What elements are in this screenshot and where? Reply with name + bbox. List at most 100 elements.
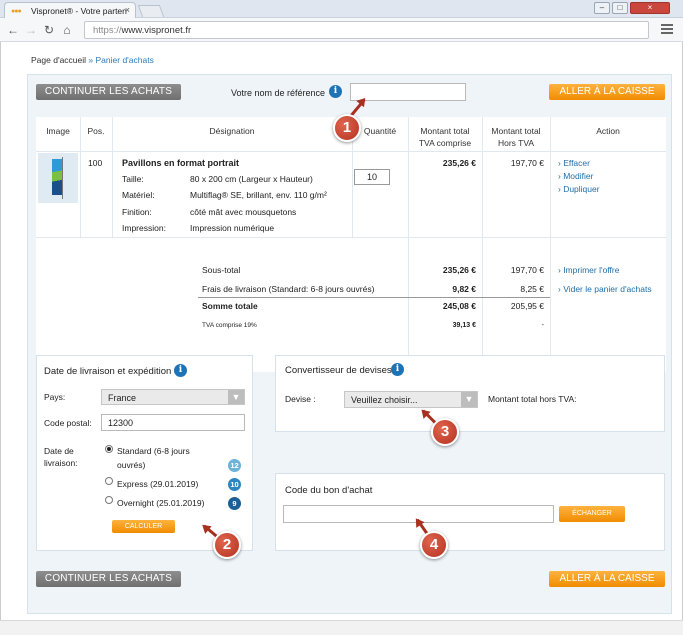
tab-title: Vispronet® - Votre parten xyxy=(31,6,127,16)
browser-titlebar: ●●● Vispronet® - Votre parten × – □ × xyxy=(0,0,683,18)
info-icon[interactable]: i xyxy=(174,364,187,377)
grand-total-ht: 205,95 € xyxy=(510,301,544,311)
shipping-label: Frais de livraison (Standard: 6-8 jours … xyxy=(202,284,375,294)
reload-icon[interactable]: ↻ xyxy=(42,23,56,37)
breadcrumb-home[interactable]: Page d'accueil xyxy=(31,55,86,65)
item-total-ht: 197,70 € xyxy=(510,158,544,168)
option-standard-label: Standard (6-8 jours xyxy=(117,446,190,456)
currency-title: Convertisseur de devises xyxy=(285,365,392,376)
vat-ht: - xyxy=(541,322,544,329)
url-text: https://www.vispronet.fr xyxy=(93,25,191,36)
radio-express[interactable] xyxy=(105,477,113,485)
callout-badge: 2 xyxy=(213,531,241,559)
header-action: Action xyxy=(596,126,620,136)
subtotal-ttc: 235,26 € xyxy=(442,265,476,275)
spec-value: 80 x 200 cm (Largeur x Hauteur) xyxy=(190,174,313,184)
item-total-ttc: 235,26 € xyxy=(442,158,476,168)
grand-total-label: Somme totale xyxy=(202,301,258,311)
breadcrumb-separator: » xyxy=(88,55,94,65)
spec-value: Multiflag® SE, brillant, env. 110 g/m² xyxy=(190,190,327,200)
delete-link[interactable]: › Effacer xyxy=(558,158,590,168)
option-express-label: Express (29.01.2019) xyxy=(117,479,199,489)
country-label: Pays: xyxy=(44,392,66,402)
total-divider xyxy=(198,297,550,298)
shopping-cart: CONTINUER LES ACHATS Votre nom de référe… xyxy=(27,74,672,614)
voucher-title: Code du bon d'achat xyxy=(285,485,373,496)
item-pos: 100 xyxy=(88,158,103,168)
col-divider xyxy=(482,117,483,372)
tab-close-icon[interactable]: × xyxy=(125,5,130,15)
breadcrumb-current[interactable]: Panier d'achats xyxy=(96,55,154,65)
col-divider xyxy=(408,117,409,372)
postal-code-input[interactable]: 12300 xyxy=(101,414,245,431)
item-name: Pavillons en format portrait xyxy=(122,158,240,168)
days-badge: 9 xyxy=(228,497,241,510)
currency-select[interactable]: Veuillez choisir... ▼ xyxy=(344,391,478,408)
devise-label: Devise : xyxy=(285,394,316,404)
header-divider xyxy=(36,151,666,152)
spec-label: Matériel: xyxy=(122,190,155,200)
continue-shopping-button-bottom[interactable]: CONTINUER LES ACHATS xyxy=(36,571,181,587)
radio-overnight[interactable] xyxy=(105,496,113,504)
continue-shopping-button-top[interactable]: CONTINUER LES ACHATS xyxy=(36,84,181,100)
header-pos: Pos. xyxy=(87,126,105,136)
header-total-ttc: Montant total TVA comprise xyxy=(418,126,472,148)
callout-badge: 1 xyxy=(333,114,361,142)
close-window-button[interactable]: × xyxy=(630,2,670,14)
cart-table: Image Pos. Désignation Quantité Montant … xyxy=(36,117,666,372)
header-total-ht: Montant total Hors TVA xyxy=(491,126,541,148)
shipping-ttc: 9,82 € xyxy=(452,284,476,294)
maximize-button[interactable]: □ xyxy=(612,2,628,14)
flag-pole xyxy=(62,157,63,199)
info-icon[interactable]: i xyxy=(391,363,404,376)
forward-icon[interactable]: → xyxy=(24,23,38,37)
quantity-input[interactable]: 10 xyxy=(354,169,390,185)
spec-label: Taille: xyxy=(122,174,144,184)
flag-image xyxy=(52,159,62,195)
option-standard-label-2: ouvrés) xyxy=(117,460,146,470)
days-badge: 12 xyxy=(228,459,241,472)
checkout-button-bottom[interactable]: ALLER À LA CAISSE xyxy=(549,571,665,587)
product-thumbnail[interactable] xyxy=(38,153,78,203)
delivery-title: Date de livraison et expédition xyxy=(44,366,172,377)
vat-label: TVA comprise 19% xyxy=(202,322,257,329)
empty-cart-link[interactable]: › Vider le panier d'achats xyxy=(558,284,652,294)
chevron-down-icon: ▼ xyxy=(228,390,244,404)
total-ht-label: Montant total hors TVA: xyxy=(488,394,577,404)
home-icon[interactable]: ⌂ xyxy=(60,23,74,37)
voucher-panel: Code du bon d'achat ÉCHANGER xyxy=(275,473,665,551)
exchange-button[interactable]: ÉCHANGER xyxy=(559,506,625,522)
callout-badge: 3 xyxy=(431,418,459,446)
calculate-button[interactable]: CALCULER xyxy=(112,520,175,533)
menu-icon[interactable] xyxy=(661,24,673,36)
info-icon[interactable]: i xyxy=(329,85,342,98)
url-scheme: https:// xyxy=(93,25,122,36)
duplicate-link[interactable]: › Dupliquer xyxy=(558,184,600,194)
checkout-button-top[interactable]: ALLER À LA CAISSE xyxy=(549,84,665,100)
shipping-ht: 8,25 € xyxy=(520,284,544,294)
grand-total-ttc: 245,08 € xyxy=(442,301,476,311)
currency-panel: Convertisseur de devises i Devise : Veui… xyxy=(275,355,665,432)
modify-link[interactable]: › Modifier xyxy=(558,171,593,181)
spec-value: côté mât avec mousquetons xyxy=(190,207,297,217)
delivery-panel: Date de livraison et expédition i Pays: … xyxy=(36,355,253,551)
country-select[interactable]: France ▼ xyxy=(101,389,245,405)
col-divider xyxy=(80,117,81,237)
header-designation: Désignation xyxy=(209,126,255,136)
days-badge: 10 xyxy=(228,478,241,491)
browser-tab[interactable]: ●●● Vispronet® - Votre parten × xyxy=(4,2,136,18)
reference-label: Votre nom de référence xyxy=(231,88,326,98)
minimize-button[interactable]: – xyxy=(594,2,610,14)
bottom-strip xyxy=(0,620,683,635)
col-divider xyxy=(112,117,113,237)
spec-label: Finition: xyxy=(122,207,152,217)
radio-standard[interactable] xyxy=(105,445,113,453)
address-bar[interactable]: https://www.vispronet.fr xyxy=(84,21,649,39)
reference-input[interactable] xyxy=(350,83,466,101)
breadcrumb: Page d'accueil » Panier d'achats xyxy=(31,55,154,65)
new-tab-button[interactable] xyxy=(137,5,165,17)
back-icon[interactable]: ← xyxy=(6,23,20,37)
spec-label: Impression: xyxy=(122,223,166,233)
vat-ttc: 39,13 € xyxy=(452,322,476,329)
print-offer-link[interactable]: › Imprimer l'offre xyxy=(558,265,619,275)
